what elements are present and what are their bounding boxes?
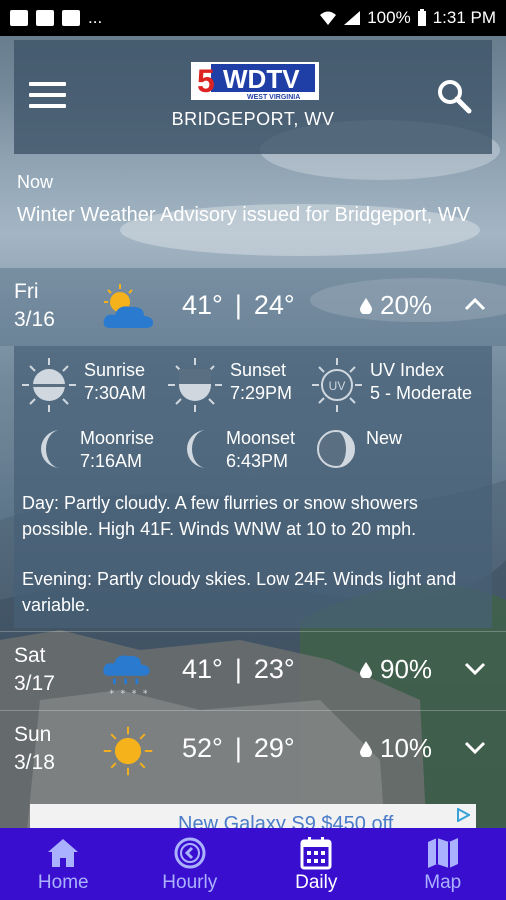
moonrise-info: Moonrise 7:16AM [32, 424, 154, 474]
nav-map-label: Map [424, 872, 462, 893]
map-icon [427, 838, 458, 868]
day-row-sat[interactable]: Sat 3/17 * * * * 41° | 23° 90% [0, 632, 506, 710]
battery-percent: 100% [367, 8, 411, 27]
snow-showers-icon: * * * * [103, 655, 150, 699]
search-icon[interactable] [436, 78, 472, 114]
wdtv-logo: 5 WDTV WEST VIRGINIA [191, 62, 319, 101]
svg-text:WDTV: WDTV [223, 64, 300, 94]
moonset-info: Moonset 6:43PM [178, 424, 295, 474]
svg-text:5: 5 [197, 63, 215, 99]
signal-icon [344, 11, 361, 25]
sunset-info: Sunset 7:29PM [166, 356, 292, 414]
svg-text:*: * [109, 688, 114, 699]
sunset-icon [168, 358, 222, 412]
precip-chance: 20% [360, 290, 432, 321]
chevron-down-icon[interactable] [464, 660, 486, 676]
sunrise-info: Sunrise 7:30AM [20, 356, 146, 414]
adchoices-icon[interactable] [456, 808, 470, 822]
more-notifications: ... [88, 8, 103, 27]
moonrise-time: 7:16AM [80, 451, 143, 471]
bottom-navigation: Home Hourly Daily Map [0, 828, 506, 900]
battery-icon [417, 9, 426, 26]
precip-chance: 10% [360, 733, 432, 764]
day-forecast-text: Day: Partly cloudy. A few flurries or sn… [22, 493, 418, 539]
svg-text:*: * [121, 688, 126, 699]
svg-text:*: * [132, 688, 137, 699]
svg-text:UV: UV [329, 379, 346, 393]
moonset-label: Moonset [226, 428, 296, 448]
nav-daily-label: Daily [295, 872, 338, 893]
moonrise-icon [41, 430, 60, 468]
precip-chance: 90% [360, 654, 432, 685]
svg-text:WEST VIRGINIA: WEST VIRGINIA [247, 94, 300, 101]
hourly-icon [174, 837, 206, 869]
moonset-icon [187, 430, 206, 468]
raindrop-icon [360, 297, 372, 314]
sunrise-label: Sunrise [84, 360, 146, 380]
weather-alert[interactable]: Now Winter Weather Advisory issued for B… [17, 172, 497, 229]
alert-time-label: Now [17, 172, 54, 192]
partly-cloudy-icon [103, 284, 154, 328]
day-date: Fri 3/16 [14, 280, 55, 331]
wifi-icon [320, 11, 337, 25]
ad-banner[interactable]: New Galaxy S9 $450 off [30, 804, 476, 830]
sunrise-time: 7:30AM [84, 383, 147, 403]
sunny-icon [103, 726, 153, 776]
alert-message: Winter Weather Advisory issued for Bridg… [17, 204, 471, 226]
location-label: BRIDGEPORT, WV [171, 109, 335, 129]
uv-index-icon: UV [312, 358, 362, 412]
svg-text:*: * [143, 688, 148, 699]
status-bar: ... 100% 1:31 PM [0, 0, 506, 36]
app-header: 5 WDTV WEST VIRGINIA BRIDGEPORT, WV [14, 40, 492, 154]
uv-index-value: 5 - Moderate [370, 383, 473, 403]
raindrop-icon [360, 740, 372, 757]
day-date: Sat 3/17 [14, 644, 55, 695]
day-date: Sun 3/18 [14, 723, 55, 774]
chevron-up-icon[interactable] [464, 296, 486, 312]
calendar-icon [300, 837, 332, 870]
notification-icon [10, 10, 28, 26]
moonset-time: 6:43PM [226, 451, 289, 471]
sunset-label: Sunset [230, 360, 287, 380]
sunset-time: 7:29PM [230, 383, 293, 403]
evening-forecast-text: Evening: Partly cloudy skies. Low 24F. W… [22, 569, 457, 615]
nav-map[interactable]: Map [380, 828, 506, 900]
chevron-down-icon[interactable] [464, 739, 486, 755]
sunrise-icon [22, 358, 76, 412]
clock: 1:31 PM [432, 8, 496, 27]
moon-phase-icon [317, 430, 355, 468]
moonrise-label: Moonrise [80, 428, 155, 448]
day-row-sun[interactable]: Sun 3/18 52° | 29° 10% [0, 711, 506, 789]
moon-phase-info: New [314, 424, 402, 474]
day-row-fri[interactable]: Fri 3/16 41° | 24° 20% [0, 268, 506, 346]
day-temps: 41° | 24° [182, 290, 295, 320]
nav-hourly[interactable]: Hourly [127, 828, 254, 900]
raindrop-icon [360, 661, 372, 678]
day-temps: 41° | 23° [182, 654, 295, 684]
uv-index-info: UV UV Index 5 - Moderate [310, 356, 472, 414]
nav-daily[interactable]: Daily [253, 828, 380, 900]
uv-index-label: UV Index [370, 360, 445, 380]
nav-hourly-label: Hourly [162, 872, 218, 893]
nav-home[interactable]: Home [0, 828, 127, 900]
message-icon [36, 10, 54, 26]
day-details-panel: Sunrise 7:30AM Sunset 7:29PM UV UV Index… [14, 346, 492, 628]
nav-home-label: Home [37, 872, 89, 893]
menu-icon[interactable] [29, 82, 66, 110]
day-temps: 52° | 29° [182, 733, 295, 763]
moon-phase-label: New [366, 428, 403, 448]
email-icon [62, 10, 80, 26]
home-icon [48, 839, 79, 867]
